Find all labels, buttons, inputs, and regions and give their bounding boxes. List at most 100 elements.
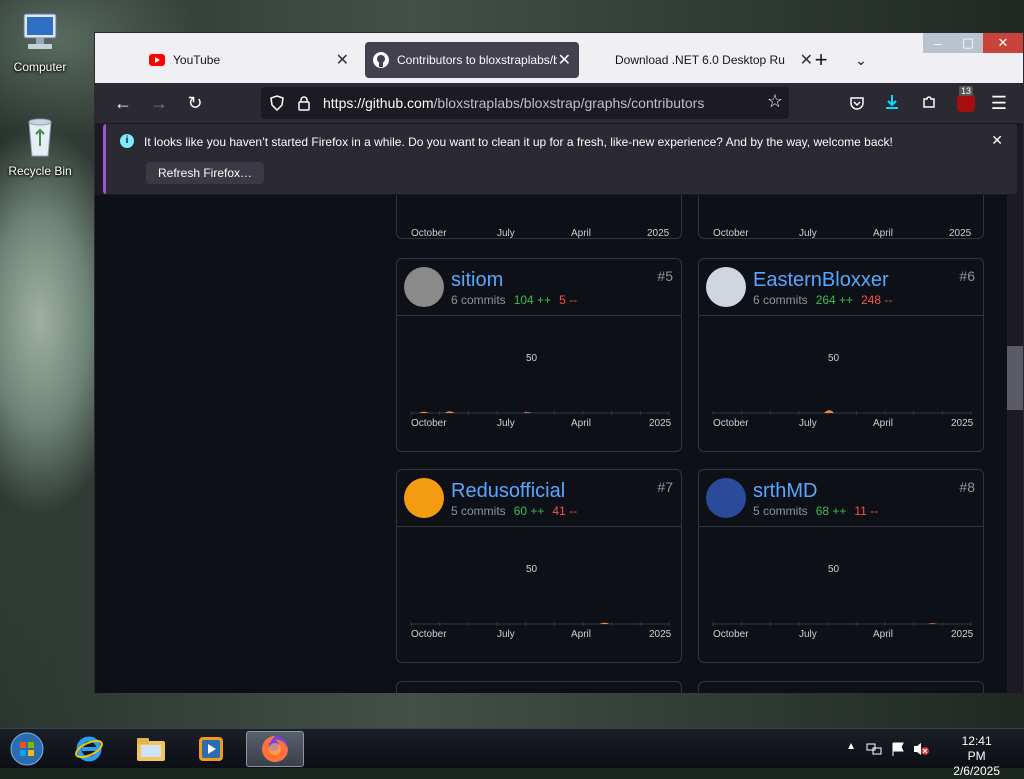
x-axis-tick-label: April	[571, 418, 591, 429]
commit-count[interactable]: 5 commits	[753, 504, 808, 518]
x-axis-tick-label: 2025	[949, 228, 972, 239]
tab-label: Download .NET 6.0 Desktop Ru	[615, 53, 785, 67]
contributor-username[interactable]: srthMD	[753, 480, 817, 503]
show-hidden-icons-icon[interactable]: ▲	[846, 741, 856, 752]
contributor-card: srthMD #8 5 commits 68 ++ 11 -- 50 October July…	[698, 469, 984, 663]
contribution-spike	[599, 622, 610, 624]
contributor-username[interactable]: Redusofficial	[451, 480, 565, 503]
commit-count[interactable]: 6 commits	[451, 293, 506, 307]
close-tab-icon[interactable]: ✕	[336, 50, 349, 70]
tab-contributors[interactable]: Contributors to bloxstraplabs/b ✕	[365, 42, 579, 78]
volume-muted-icon[interactable]	[912, 741, 930, 757]
notification-message: It looks like you haven’t started Firefo…	[144, 135, 893, 149]
x-axis-tick-label: October	[411, 629, 447, 640]
tab-dotnet[interactable]: Download .NET 6.0 Desktop Ru ✕	[605, 42, 821, 78]
action-center-flag-icon[interactable]	[890, 741, 906, 757]
taskbar-clock[interactable]: 12:41 PM 2/6/2025	[953, 734, 1000, 779]
back-arrow-icon[interactable]: ←	[109, 89, 137, 117]
y-axis-tick-label: 50	[526, 564, 538, 575]
avatar[interactable]	[706, 478, 746, 518]
deletions-count: 248 --	[861, 293, 893, 307]
tab-youtube[interactable]: YouTube ✕	[141, 42, 357, 78]
desktop-icon-computer[interactable]: Computer	[0, 8, 80, 74]
contributor-stats: 6 commits 104 ++ 5 --	[451, 293, 577, 307]
new-tab-button[interactable]: +	[807, 46, 835, 74]
x-axis-tick-label: 2025	[649, 629, 672, 640]
menu-hamburger-icon[interactable]: ☰	[985, 89, 1013, 117]
clock-time: 12:41 PM	[961, 734, 992, 763]
contributor-username[interactable]: EasternBloxxer	[753, 269, 889, 292]
extensions-puzzle-icon[interactable]	[921, 94, 937, 110]
y-axis-tick-label: 50	[828, 564, 840, 575]
taskbar-file-explorer[interactable]	[124, 731, 178, 767]
x-axis-tick-label: July	[497, 228, 515, 239]
page-scrollbar[interactable]	[1007, 195, 1023, 693]
x-axis-tick-label: July	[799, 228, 817, 239]
desktop-icon-recycle-bin[interactable]: Recycle Bin	[0, 112, 80, 178]
x-axis-tick-label: October	[411, 418, 447, 429]
maximize-button[interactable]: ▢	[953, 33, 983, 53]
x-axis-tick-label: 2025	[951, 418, 974, 429]
x-axis-tick-label: 2025	[649, 418, 672, 429]
desktop-icon-label: Computer	[13, 60, 67, 74]
x-axis-tick-label: 2025	[951, 629, 974, 640]
contributor-stats: 5 commits 60 ++ 41 --	[451, 504, 577, 518]
commit-count[interactable]: 5 commits	[451, 504, 506, 518]
contributor-stats: 5 commits 68 ++ 11 --	[753, 504, 878, 518]
close-notification-icon[interactable]: ✕	[991, 132, 1003, 149]
bookmark-star-icon[interactable]: ☆	[767, 91, 783, 112]
contributor-card-partial	[396, 681, 682, 693]
contributor-card-partial	[698, 681, 984, 693]
start-button[interactable]	[2, 731, 52, 767]
contributor-card: sitiom #5 6 commits 104 ++ 5 -- 50 October July…	[396, 258, 682, 452]
x-axis-tick-label: April	[873, 228, 894, 239]
commit-count[interactable]: 6 commits	[753, 293, 808, 307]
minimize-button[interactable]: –	[923, 33, 953, 53]
reload-icon[interactable]: ↻	[181, 89, 209, 117]
deletions-count: 5 --	[559, 293, 578, 307]
contribution-spike	[824, 410, 835, 413]
contribution-sparkline-chart: 50 October July April 2025	[712, 353, 974, 429]
x-axis-tick-label: April	[571, 228, 592, 239]
contributor-header: sitiom #5 6 commits 104 ++ 5 --	[397, 259, 681, 316]
additions-count: 104 ++	[513, 293, 552, 307]
avatar[interactable]	[706, 267, 746, 307]
x-axis-tick-label: April	[571, 629, 591, 640]
deletions-count: 41 --	[552, 504, 578, 518]
tab-strip: YouTube ✕ Contributors to bloxstraplabs/…	[95, 33, 1023, 83]
contribution-sparkline-chart: 50 October July April 2025	[410, 353, 672, 429]
contributor-header: EasternBloxxer #6 6 commits 264 ++ 248 --	[699, 259, 983, 316]
additions-count: 264 ++	[815, 293, 854, 307]
tab-label: YouTube	[173, 53, 221, 67]
scrollbar-thumb[interactable]	[1007, 346, 1023, 410]
downloads-icon[interactable]	[883, 93, 901, 111]
forward-arrow-icon[interactable]: →	[145, 89, 173, 117]
avatar[interactable]	[404, 478, 444, 518]
contributor-username[interactable]: sitiom	[451, 269, 503, 292]
avatar[interactable]	[404, 267, 444, 307]
address-bar[interactable]: https://github.com/bloxstraplabs/bloxstr…	[261, 87, 789, 119]
pocket-icon[interactable]	[849, 95, 865, 111]
taskbar-firefox[interactable]	[246, 731, 304, 767]
close-window-button[interactable]: ✕	[983, 33, 1023, 53]
tracking-shield-icon[interactable]	[269, 95, 285, 111]
taskbar: ▲ 12:41 PM 2/6/2025	[0, 728, 1024, 778]
ublock-extension-icon[interactable]: 13	[957, 86, 975, 112]
page-content: October July April 2025 October July April 202…	[95, 195, 1007, 693]
contribution-spike	[418, 411, 429, 413]
github-icon	[373, 52, 389, 68]
taskbar-media-player[interactable]	[184, 731, 238, 767]
x-axis-tick-label: October	[713, 629, 749, 640]
contribution-spike	[927, 623, 938, 624]
refresh-firefox-button[interactable]: Refresh Firefox…	[146, 162, 265, 184]
window-controls: – ▢ ✕	[923, 33, 1023, 53]
url-text: https://github.com/bloxstraplabs/bloxstr…	[323, 95, 704, 111]
list-tabs-chevron-icon[interactable]: ⌄	[847, 46, 875, 74]
taskbar-internet-explorer[interactable]	[62, 731, 116, 767]
lock-icon[interactable]	[297, 95, 311, 111]
x-axis-tick-label: October	[713, 418, 749, 429]
network-icon[interactable]	[866, 741, 882, 757]
contributor-rank: #7	[657, 479, 673, 495]
start-orb-icon	[10, 732, 44, 766]
close-tab-icon[interactable]: ✕	[558, 50, 571, 70]
